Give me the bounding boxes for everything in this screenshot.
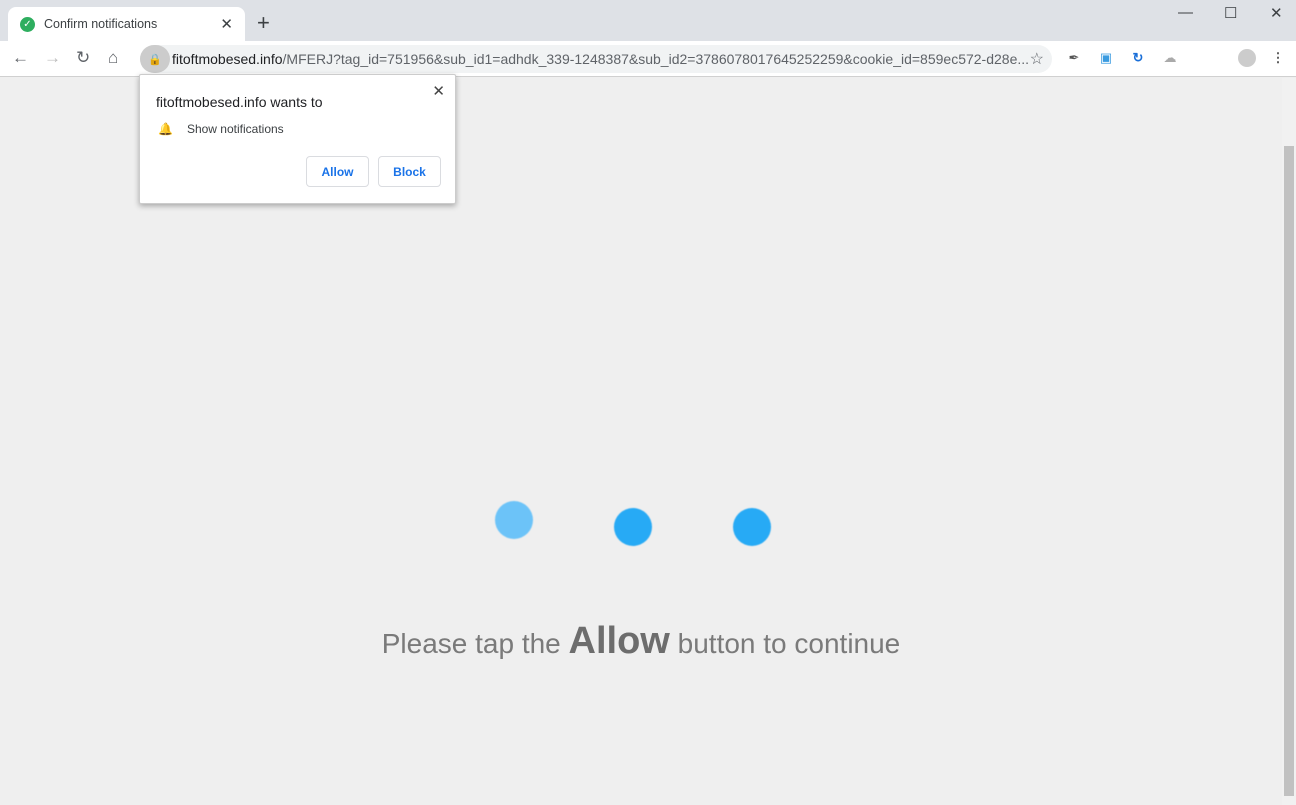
tab-strip: ✓ Confirm notifications ✕ + — ☐ ✕ bbox=[0, 0, 1296, 41]
back-icon[interactable]: ← bbox=[12, 48, 29, 68]
image-extension-icon[interactable]: ▣ bbox=[1098, 50, 1114, 66]
popup-close-icon[interactable]: ✕ bbox=[432, 82, 445, 100]
window-close-button[interactable]: ✕ bbox=[1270, 4, 1283, 22]
maximize-button[interactable]: ☐ bbox=[1224, 4, 1237, 22]
tab-close-icon[interactable]: ✕ bbox=[220, 15, 233, 33]
permission-label: Show notifications bbox=[186, 122, 284, 136]
popup-title: fitoftmobesed.info wants to bbox=[156, 94, 323, 110]
url-host: fitoftmobesed.info bbox=[172, 51, 283, 67]
loading-dot bbox=[495, 501, 533, 539]
loading-dot bbox=[614, 508, 652, 546]
profile-avatar[interactable] bbox=[1238, 49, 1256, 67]
block-button[interactable]: Block bbox=[378, 156, 441, 187]
tab-title: Confirm notifications bbox=[44, 17, 158, 31]
notification-permission-popup: fitoftmobesed.info wants to ✕ 🔔 Show noti… bbox=[139, 74, 456, 204]
minimize-button[interactable]: — bbox=[1178, 4, 1193, 21]
url-path: /MFERJ?tag_id=751956&sub_id1=adhdk_339-1… bbox=[282, 51, 1030, 67]
forward-icon[interactable]: → bbox=[44, 48, 61, 68]
instruction-text: Please tap the Allow button to continue bbox=[381, 620, 901, 662]
check-circle-icon: ✓ bbox=[20, 16, 35, 32]
bookmark-star-icon[interactable]: ☆ bbox=[1030, 49, 1044, 69]
scrollbar-thumb[interactable] bbox=[1284, 146, 1294, 796]
weather-extension-icon[interactable]: ☁ bbox=[1162, 50, 1178, 66]
menu-icon[interactable]: ⋮ bbox=[1270, 50, 1286, 66]
toolbar: ← → ↻ ⌂ 🔒 fitoftmobesed.info/MFERJ?tag_i… bbox=[0, 41, 1296, 77]
extension-icon[interactable]: ✒ bbox=[1066, 50, 1082, 66]
address-bar[interactable]: 🔒 fitoftmobesed.info/MFERJ?tag_id=751956… bbox=[140, 45, 1052, 73]
sync-extension-icon[interactable]: ↻ bbox=[1130, 50, 1146, 66]
scrollbar[interactable] bbox=[1282, 78, 1296, 805]
reload-icon[interactable]: ↻ bbox=[76, 48, 90, 68]
loading-dot bbox=[733, 508, 771, 546]
lock-icon[interactable]: 🔒 bbox=[140, 45, 170, 73]
new-tab-button[interactable]: + bbox=[257, 10, 270, 36]
bell-icon: 🔔 bbox=[158, 122, 173, 136]
tab-confirm-notifications[interactable]: ✓ Confirm notifications ✕ bbox=[8, 7, 245, 41]
home-icon[interactable]: ⌂ bbox=[108, 48, 118, 68]
allow-button[interactable]: Allow bbox=[306, 156, 369, 187]
